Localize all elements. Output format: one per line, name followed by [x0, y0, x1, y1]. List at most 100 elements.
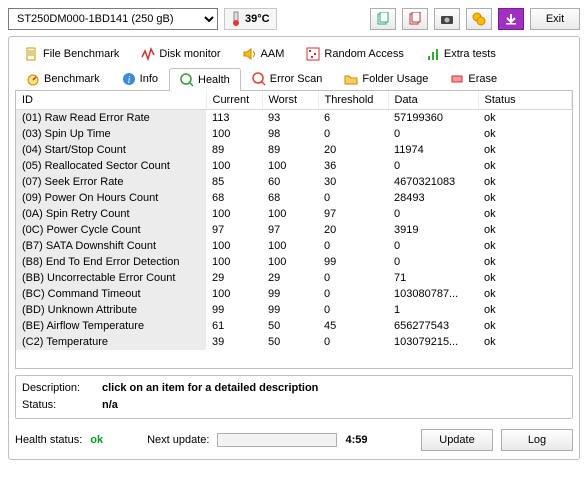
- cell: 28493: [388, 190, 478, 206]
- cell: ok: [478, 302, 572, 318]
- cell: (BC) Command Timeout: [16, 286, 206, 302]
- col-status[interactable]: Status: [478, 91, 572, 110]
- health-status-value: ok: [90, 434, 103, 446]
- download-button[interactable]: [498, 8, 524, 30]
- table-row[interactable]: (0C) Power Cycle Count9797203919ok: [16, 222, 572, 238]
- health-icon: [180, 73, 194, 87]
- table-row[interactable]: (0A) Spin Retry Count100100970ok: [16, 206, 572, 222]
- tab-folder-usage[interactable]: Folder Usage: [333, 67, 439, 90]
- tab-disk-monitor[interactable]: Disk monitor: [135, 45, 226, 63]
- cell: 1: [388, 302, 478, 318]
- cell: (BB) Uncorrectable Error Count: [16, 270, 206, 286]
- temperature-display: 39°C: [224, 8, 277, 30]
- cell: 61: [206, 318, 262, 334]
- update-button[interactable]: Update: [421, 429, 493, 451]
- cell: 98: [262, 126, 318, 142]
- cell: 3919: [388, 222, 478, 238]
- smart-table-container[interactable]: ID Current Worst Threshold Data Status (…: [15, 91, 573, 369]
- copy-info-button[interactable]: [402, 8, 428, 30]
- cell: 656277543: [388, 318, 478, 334]
- cell: 89: [206, 142, 262, 158]
- tab-aam[interactable]: AAM: [237, 45, 291, 63]
- cell: 36: [318, 158, 388, 174]
- cell: (05) Reallocated Sector Count: [16, 158, 206, 174]
- col-id[interactable]: ID: [16, 91, 206, 110]
- options-button[interactable]: [466, 8, 492, 30]
- health-status-label: Health status:: [15, 434, 82, 446]
- cell: 68: [262, 190, 318, 206]
- col-worst[interactable]: Worst: [262, 91, 318, 110]
- extra-tests-icon: [426, 47, 440, 61]
- col-threshold[interactable]: Threshold: [318, 91, 388, 110]
- table-row[interactable]: (BC) Command Timeout100990103080787...ok: [16, 286, 572, 302]
- cell: ok: [478, 142, 572, 158]
- tab-erase[interactable]: Erase: [439, 67, 508, 90]
- cell: 100: [206, 126, 262, 142]
- cell: 50: [262, 318, 318, 334]
- cell: 0: [388, 158, 478, 174]
- cell: 103080787...: [388, 286, 478, 302]
- table-row[interactable]: (03) Spin Up Time1009800ok: [16, 126, 572, 142]
- log-button[interactable]: Log: [501, 429, 573, 451]
- cell: 0: [318, 286, 388, 302]
- cell: 71: [388, 270, 478, 286]
- drive-select[interactable]: ST250DM000-1BD141 (250 gB): [8, 8, 218, 30]
- table-row[interactable]: (07) Seek Error Rate8560304670321083ok: [16, 174, 572, 190]
- next-update-label: Next update:: [147, 434, 209, 446]
- cell: 30: [318, 174, 388, 190]
- exit-button[interactable]: Exit: [530, 8, 580, 30]
- tab-error-scan[interactable]: Error Scan: [241, 67, 334, 90]
- screenshot-button[interactable]: [434, 8, 460, 30]
- cell: (04) Start/Stop Count: [16, 142, 206, 158]
- table-row[interactable]: (04) Start/Stop Count89892011974ok: [16, 142, 572, 158]
- cell: ok: [478, 238, 572, 254]
- cell: (BE) Airflow Temperature: [16, 318, 206, 334]
- table-row[interactable]: (B7) SATA Downshift Count10010000ok: [16, 238, 572, 254]
- tab-health[interactable]: Health: [169, 68, 241, 91]
- table-row[interactable]: (BE) Airflow Temperature615045656277543o…: [16, 318, 572, 334]
- table-row[interactable]: (BB) Uncorrectable Error Count2929071ok: [16, 270, 572, 286]
- table-row[interactable]: (05) Reallocated Sector Count100100360ok: [16, 158, 572, 174]
- col-data[interactable]: Data: [388, 91, 478, 110]
- tab-benchmark[interactable]: Benchmark: [15, 67, 111, 90]
- cell: 39: [206, 334, 262, 350]
- col-current[interactable]: Current: [206, 91, 262, 110]
- cell: 97: [262, 222, 318, 238]
- cell: 99: [318, 254, 388, 270]
- cell: (BD) Unknown Attribute: [16, 302, 206, 318]
- speaker-icon: [243, 47, 257, 61]
- cell: 100: [262, 238, 318, 254]
- cell: 100: [262, 206, 318, 222]
- cell: ok: [478, 126, 572, 142]
- smart-table: ID Current Worst Threshold Data Status (…: [16, 91, 572, 350]
- cell: 0: [318, 238, 388, 254]
- tab-file-benchmark[interactable]: File Benchmark: [19, 45, 125, 63]
- cell: 0: [388, 206, 478, 222]
- table-row[interactable]: (BD) Unknown Attribute999901ok: [16, 302, 572, 318]
- cell: 0: [388, 126, 478, 142]
- status-value: n/a: [102, 399, 118, 411]
- cell: ok: [478, 254, 572, 270]
- description-label: Description:: [22, 380, 102, 397]
- table-row[interactable]: (C2) Temperature39500103079215...ok: [16, 334, 572, 350]
- table-row[interactable]: (09) Power On Hours Count6868028493ok: [16, 190, 572, 206]
- cell: (C2) Temperature: [16, 334, 206, 350]
- cell: ok: [478, 334, 572, 350]
- svg-text:i: i: [127, 75, 130, 86]
- tab-random-access[interactable]: Random Access: [300, 45, 409, 63]
- tab-extra-tests[interactable]: Extra tests: [420, 45, 502, 63]
- table-row[interactable]: (01) Raw Read Error Rate11393657199360ok: [16, 110, 572, 127]
- cell: 89: [262, 142, 318, 158]
- cell: 100: [206, 254, 262, 270]
- status-label: Status:: [22, 397, 102, 414]
- copy-text-button[interactable]: [370, 8, 396, 30]
- cell: 60: [262, 174, 318, 190]
- table-row[interactable]: (B8) End To End Error Detection100100990…: [16, 254, 572, 270]
- tab-info[interactable]: i Info: [111, 67, 169, 90]
- cell: 100: [206, 238, 262, 254]
- cell: 100: [206, 286, 262, 302]
- disk-monitor-icon: [141, 47, 155, 61]
- cell: ok: [478, 158, 572, 174]
- cell: 68: [206, 190, 262, 206]
- erase-icon: [450, 72, 464, 86]
